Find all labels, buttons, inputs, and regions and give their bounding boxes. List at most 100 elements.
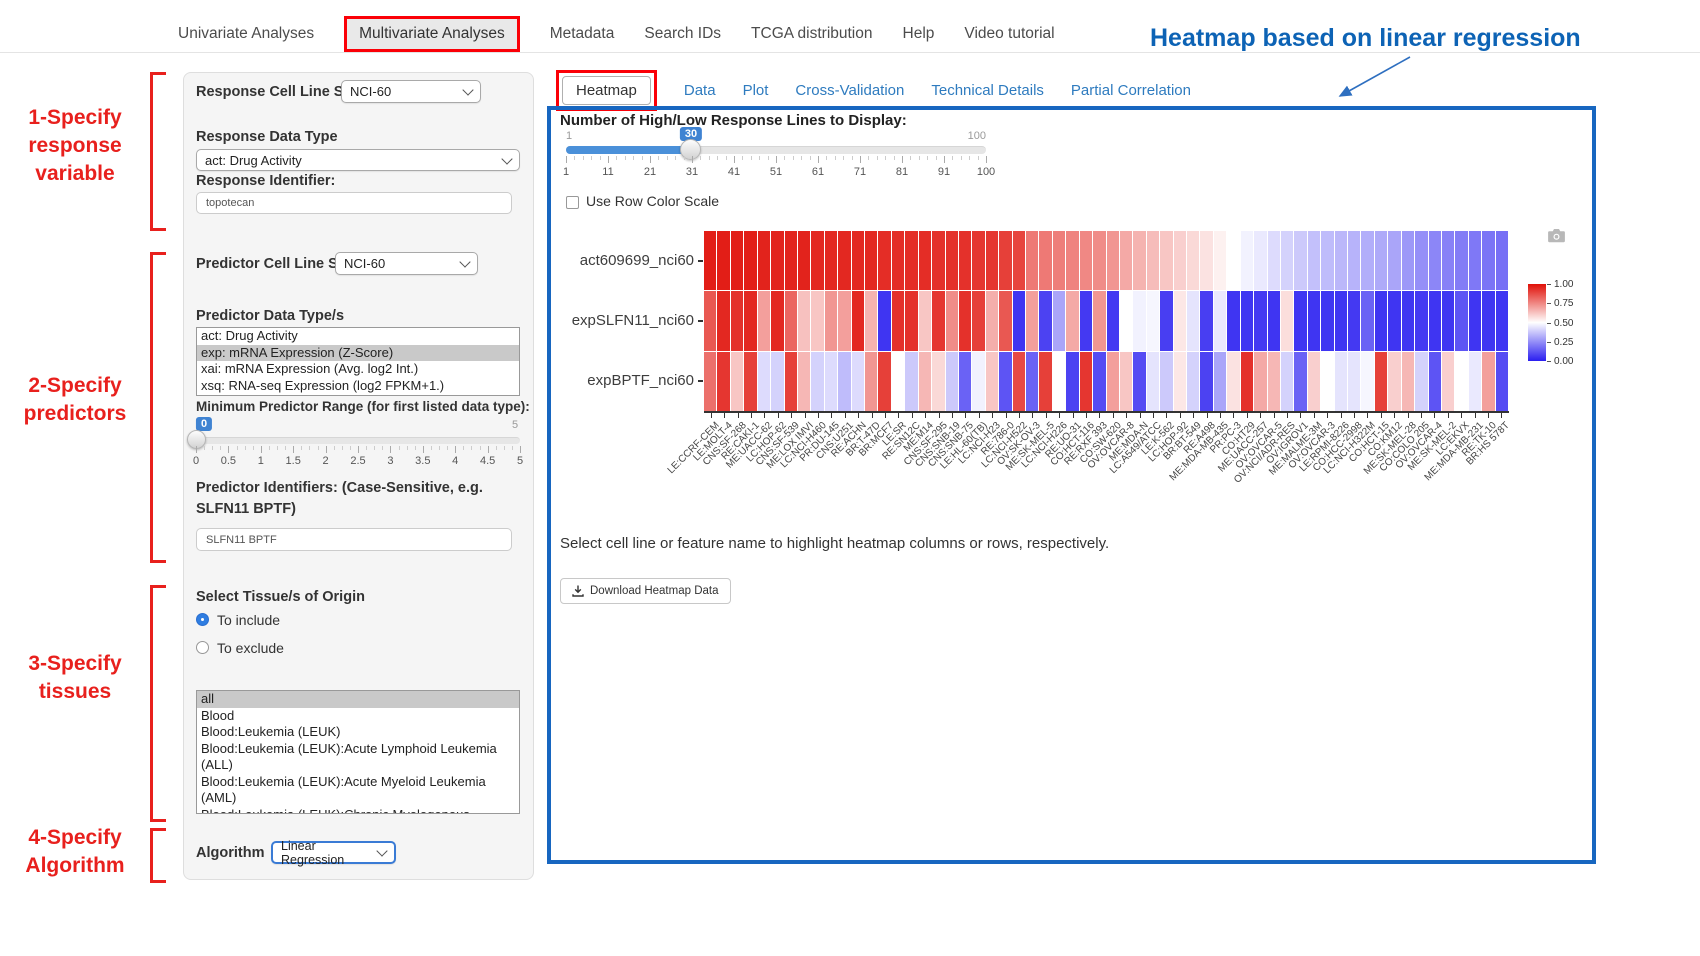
heatmap-cell[interactable] — [785, 231, 797, 290]
heatmap-cell[interactable] — [1187, 291, 1199, 350]
heatmap-cell[interactable] — [1254, 231, 1266, 290]
tab-partial-correlation[interactable]: Partial Correlation — [1071, 82, 1191, 99]
heatmap-cell[interactable] — [731, 231, 743, 290]
heatmap-row-label-act609699-nci60[interactable]: act609699_nci60 — [580, 252, 694, 269]
heatmap-cell[interactable] — [758, 352, 770, 411]
heatmap-cell[interactable] — [1187, 352, 1199, 411]
heatmap-cell[interactable] — [1335, 352, 1347, 411]
heatmap-cell[interactable] — [986, 231, 998, 290]
heatmap-cell[interactable] — [852, 231, 864, 290]
nav-item-search-ids[interactable]: Search IDs — [644, 17, 721, 51]
heatmap-cell[interactable] — [1482, 231, 1494, 290]
heatmap-cell[interactable] — [972, 352, 984, 411]
heatmap-cell[interactable] — [771, 231, 783, 290]
tab-plot[interactable]: Plot — [743, 82, 769, 99]
heatmap-cell[interactable] — [1214, 231, 1226, 290]
heatmap-cell[interactable] — [1496, 231, 1508, 290]
tissue-exclude-radio[interactable] — [196, 641, 209, 654]
heatmap-cell[interactable] — [1308, 352, 1320, 411]
heatmap-cell[interactable] — [932, 231, 944, 290]
camera-icon[interactable] — [1548, 229, 1565, 243]
heatmap-cell[interactable] — [1080, 231, 1092, 290]
heatmap-cell[interactable] — [758, 291, 770, 350]
heatmap-row-label-expbptf-nci60[interactable]: expBPTF_nci60 — [587, 372, 694, 389]
heatmap-cell[interactable] — [892, 291, 904, 350]
heatmap-cell[interactable] — [704, 352, 716, 411]
tissue-include-radio[interactable] — [196, 613, 209, 626]
heatmap-cell[interactable] — [1013, 231, 1025, 290]
heatmap-cell[interactable] — [838, 352, 850, 411]
heatmap-cell[interactable] — [1241, 352, 1253, 411]
heatmap-cell[interactable] — [919, 291, 931, 350]
tissue-include-label[interactable]: To include — [217, 612, 280, 628]
heatmap-cell[interactable] — [811, 231, 823, 290]
heatmap-cell[interactable] — [1294, 352, 1306, 411]
heatmap-cell[interactable] — [892, 231, 904, 290]
heatmap-cell[interactable] — [959, 291, 971, 350]
heatmap-cell[interactable] — [1294, 291, 1306, 350]
heatmap-cell[interactable] — [1200, 352, 1212, 411]
heatmap-cell[interactable] — [1187, 231, 1199, 290]
heatmap-cell[interactable] — [1469, 291, 1481, 350]
tissue-option-blood[interactable]: Blood — [197, 708, 519, 725]
heatmap-cell[interactable] — [1415, 352, 1427, 411]
heatmap-cell[interactable] — [1308, 231, 1320, 290]
heatmap-cell[interactable] — [1080, 352, 1092, 411]
heatmap-cell[interactable] — [1120, 231, 1132, 290]
response-cell-line-set-select[interactable]: NCI-60 — [341, 80, 481, 103]
heatmap-cell[interactable] — [798, 291, 810, 350]
heatmap-cell[interactable] — [704, 291, 716, 350]
heatmap-cell[interactable] — [798, 231, 810, 290]
heatmap-cell[interactable] — [1361, 231, 1373, 290]
response-identifier-input[interactable]: topotecan — [196, 192, 512, 214]
heatmap-cell[interactable] — [1066, 352, 1078, 411]
heatmap-cell[interactable] — [811, 291, 823, 350]
heatmap-cell[interactable] — [1174, 231, 1186, 290]
heatmap-cell[interactable] — [1442, 231, 1454, 290]
heatmap-cell[interactable] — [1160, 352, 1172, 411]
heatmap-cell[interactable] — [972, 291, 984, 350]
heatmap-cell[interactable] — [1402, 352, 1414, 411]
heatmap-cell[interactable] — [1026, 291, 1038, 350]
heatmap-cell[interactable] — [919, 352, 931, 411]
heatmap-cell[interactable] — [986, 352, 998, 411]
row-color-scale-checkbox[interactable] — [566, 196, 579, 209]
heatmap-cell[interactable] — [878, 231, 890, 290]
heatmap-cell[interactable] — [1268, 352, 1280, 411]
heatmap-cell[interactable] — [1294, 231, 1306, 290]
heatmap-cell[interactable] — [838, 291, 850, 350]
heatmap-cell[interactable] — [932, 291, 944, 350]
heatmap-cell[interactable] — [1348, 291, 1360, 350]
heatmap-cell[interactable] — [798, 352, 810, 411]
heatmap-cell[interactable] — [1482, 291, 1494, 350]
heatmap-cell[interactable] — [704, 231, 716, 290]
heatmap-cell[interactable] — [878, 291, 890, 350]
heatmap-cell[interactable] — [892, 352, 904, 411]
tab-data[interactable]: Data — [684, 82, 716, 99]
heatmap-cell[interactable] — [1348, 231, 1360, 290]
heatmap-cell[interactable] — [1415, 291, 1427, 350]
heatmap-cell[interactable] — [865, 352, 877, 411]
heatmap-cell[interactable] — [758, 231, 770, 290]
heatmap-cell[interactable] — [1254, 291, 1266, 350]
data-type-option-exp[interactable]: exp: mRNA Expression (Z-Score) — [197, 345, 519, 362]
heatmap-cell[interactable] — [771, 291, 783, 350]
heatmap-cell[interactable] — [1429, 291, 1441, 350]
heatmap-cell[interactable] — [1268, 231, 1280, 290]
heatmap-cell[interactable] — [1013, 352, 1025, 411]
heatmap-cell[interactable] — [1214, 291, 1226, 350]
heatmap-cell[interactable] — [946, 291, 958, 350]
heatmap-cell[interactable] — [1281, 231, 1293, 290]
heatmap-cell[interactable] — [852, 352, 864, 411]
heatmap-cell[interactable] — [717, 352, 729, 411]
heatmap-cell[interactable] — [1107, 231, 1119, 290]
heatmap-cell[interactable] — [1388, 291, 1400, 350]
tissue-option-all[interactable]: all — [197, 691, 519, 708]
heatmap-cell[interactable] — [1066, 231, 1078, 290]
predictor-identifiers-input[interactable]: SLFN11 BPTF — [196, 528, 512, 551]
heatmap-cell[interactable] — [905, 291, 917, 350]
heatmap-cell[interactable] — [1308, 291, 1320, 350]
heatmap-cell[interactable] — [785, 291, 797, 350]
heatmap-cell[interactable] — [1361, 291, 1373, 350]
data-type-option-xai[interactable]: xai: mRNA Expression (Avg. log2 Int.) — [197, 361, 519, 378]
